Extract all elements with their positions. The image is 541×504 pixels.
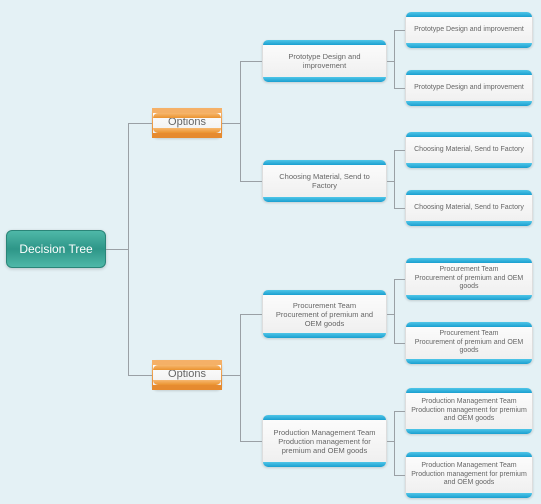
level3-label: Prototype Design and improvement — [414, 26, 524, 34]
connector — [394, 279, 405, 280]
level3-label: Procurement Team Procurement of premium … — [410, 266, 528, 291]
level3-label: Prototype Design and improvement — [414, 84, 524, 92]
level3-label: Choosing Material, Send to Factory — [414, 204, 524, 212]
level2-node: Procurement Team Procurement of premium … — [262, 290, 387, 338]
connector — [222, 123, 240, 124]
connector — [128, 375, 152, 376]
level1-node: Options — [152, 360, 222, 390]
level2-label: Procurement Team Procurement of premium … — [267, 301, 382, 328]
level2-label: Choosing Material, Send to Factory — [267, 172, 382, 190]
level2-node: Production Management Team Production ma… — [262, 415, 387, 467]
level1-label: Options — [168, 116, 206, 129]
level2-label: Production Management Team Production ma… — [267, 428, 382, 455]
connector — [240, 61, 262, 62]
connector — [240, 314, 262, 315]
root-node: Decision Tree — [6, 230, 106, 268]
connector — [128, 123, 129, 375]
connector — [240, 181, 262, 182]
level1-node: Options — [152, 108, 222, 138]
connector — [394, 150, 405, 151]
connector — [394, 475, 405, 476]
level1-label: Options — [168, 368, 206, 381]
connector — [394, 279, 395, 343]
connector — [394, 208, 405, 209]
connector — [394, 411, 395, 475]
level3-label: Production Management Team Production ma… — [410, 398, 528, 423]
connector — [387, 61, 394, 62]
level3-node: Procurement Team Procurement of premium … — [405, 258, 533, 300]
level3-label: Procurement Team Procurement of premium … — [410, 330, 528, 355]
connector — [394, 30, 395, 88]
level2-node: Choosing Material, Send to Factory — [262, 160, 387, 202]
connector — [394, 30, 405, 31]
connector — [387, 181, 394, 182]
connector — [128, 123, 152, 124]
connector — [394, 343, 405, 344]
connector — [387, 441, 394, 442]
connector — [106, 249, 128, 250]
level3-node: Choosing Material, Send to Factory — [405, 190, 533, 226]
level3-node: Choosing Material, Send to Factory — [405, 132, 533, 168]
level3-label: Production Management Team Production ma… — [410, 462, 528, 487]
connector — [394, 411, 405, 412]
level3-node: Prototype Design and improvement — [405, 12, 533, 48]
connector — [387, 314, 394, 315]
connector — [394, 88, 405, 89]
level3-node: Production Management Team Production ma… — [405, 388, 533, 434]
connector — [394, 150, 395, 208]
root-label: Decision Tree — [19, 242, 92, 256]
level3-node: Production Management Team Production ma… — [405, 452, 533, 498]
connector — [222, 375, 240, 376]
level2-node: Prototype Design and improvement — [262, 40, 387, 82]
connector — [240, 314, 241, 441]
level3-node: Procurement Team Procurement of premium … — [405, 322, 533, 364]
connector — [240, 441, 262, 442]
level3-node: Prototype Design and improvement — [405, 70, 533, 106]
level2-label: Prototype Design and improvement — [267, 52, 382, 70]
connector — [240, 61, 241, 181]
level3-label: Choosing Material, Send to Factory — [414, 146, 524, 154]
